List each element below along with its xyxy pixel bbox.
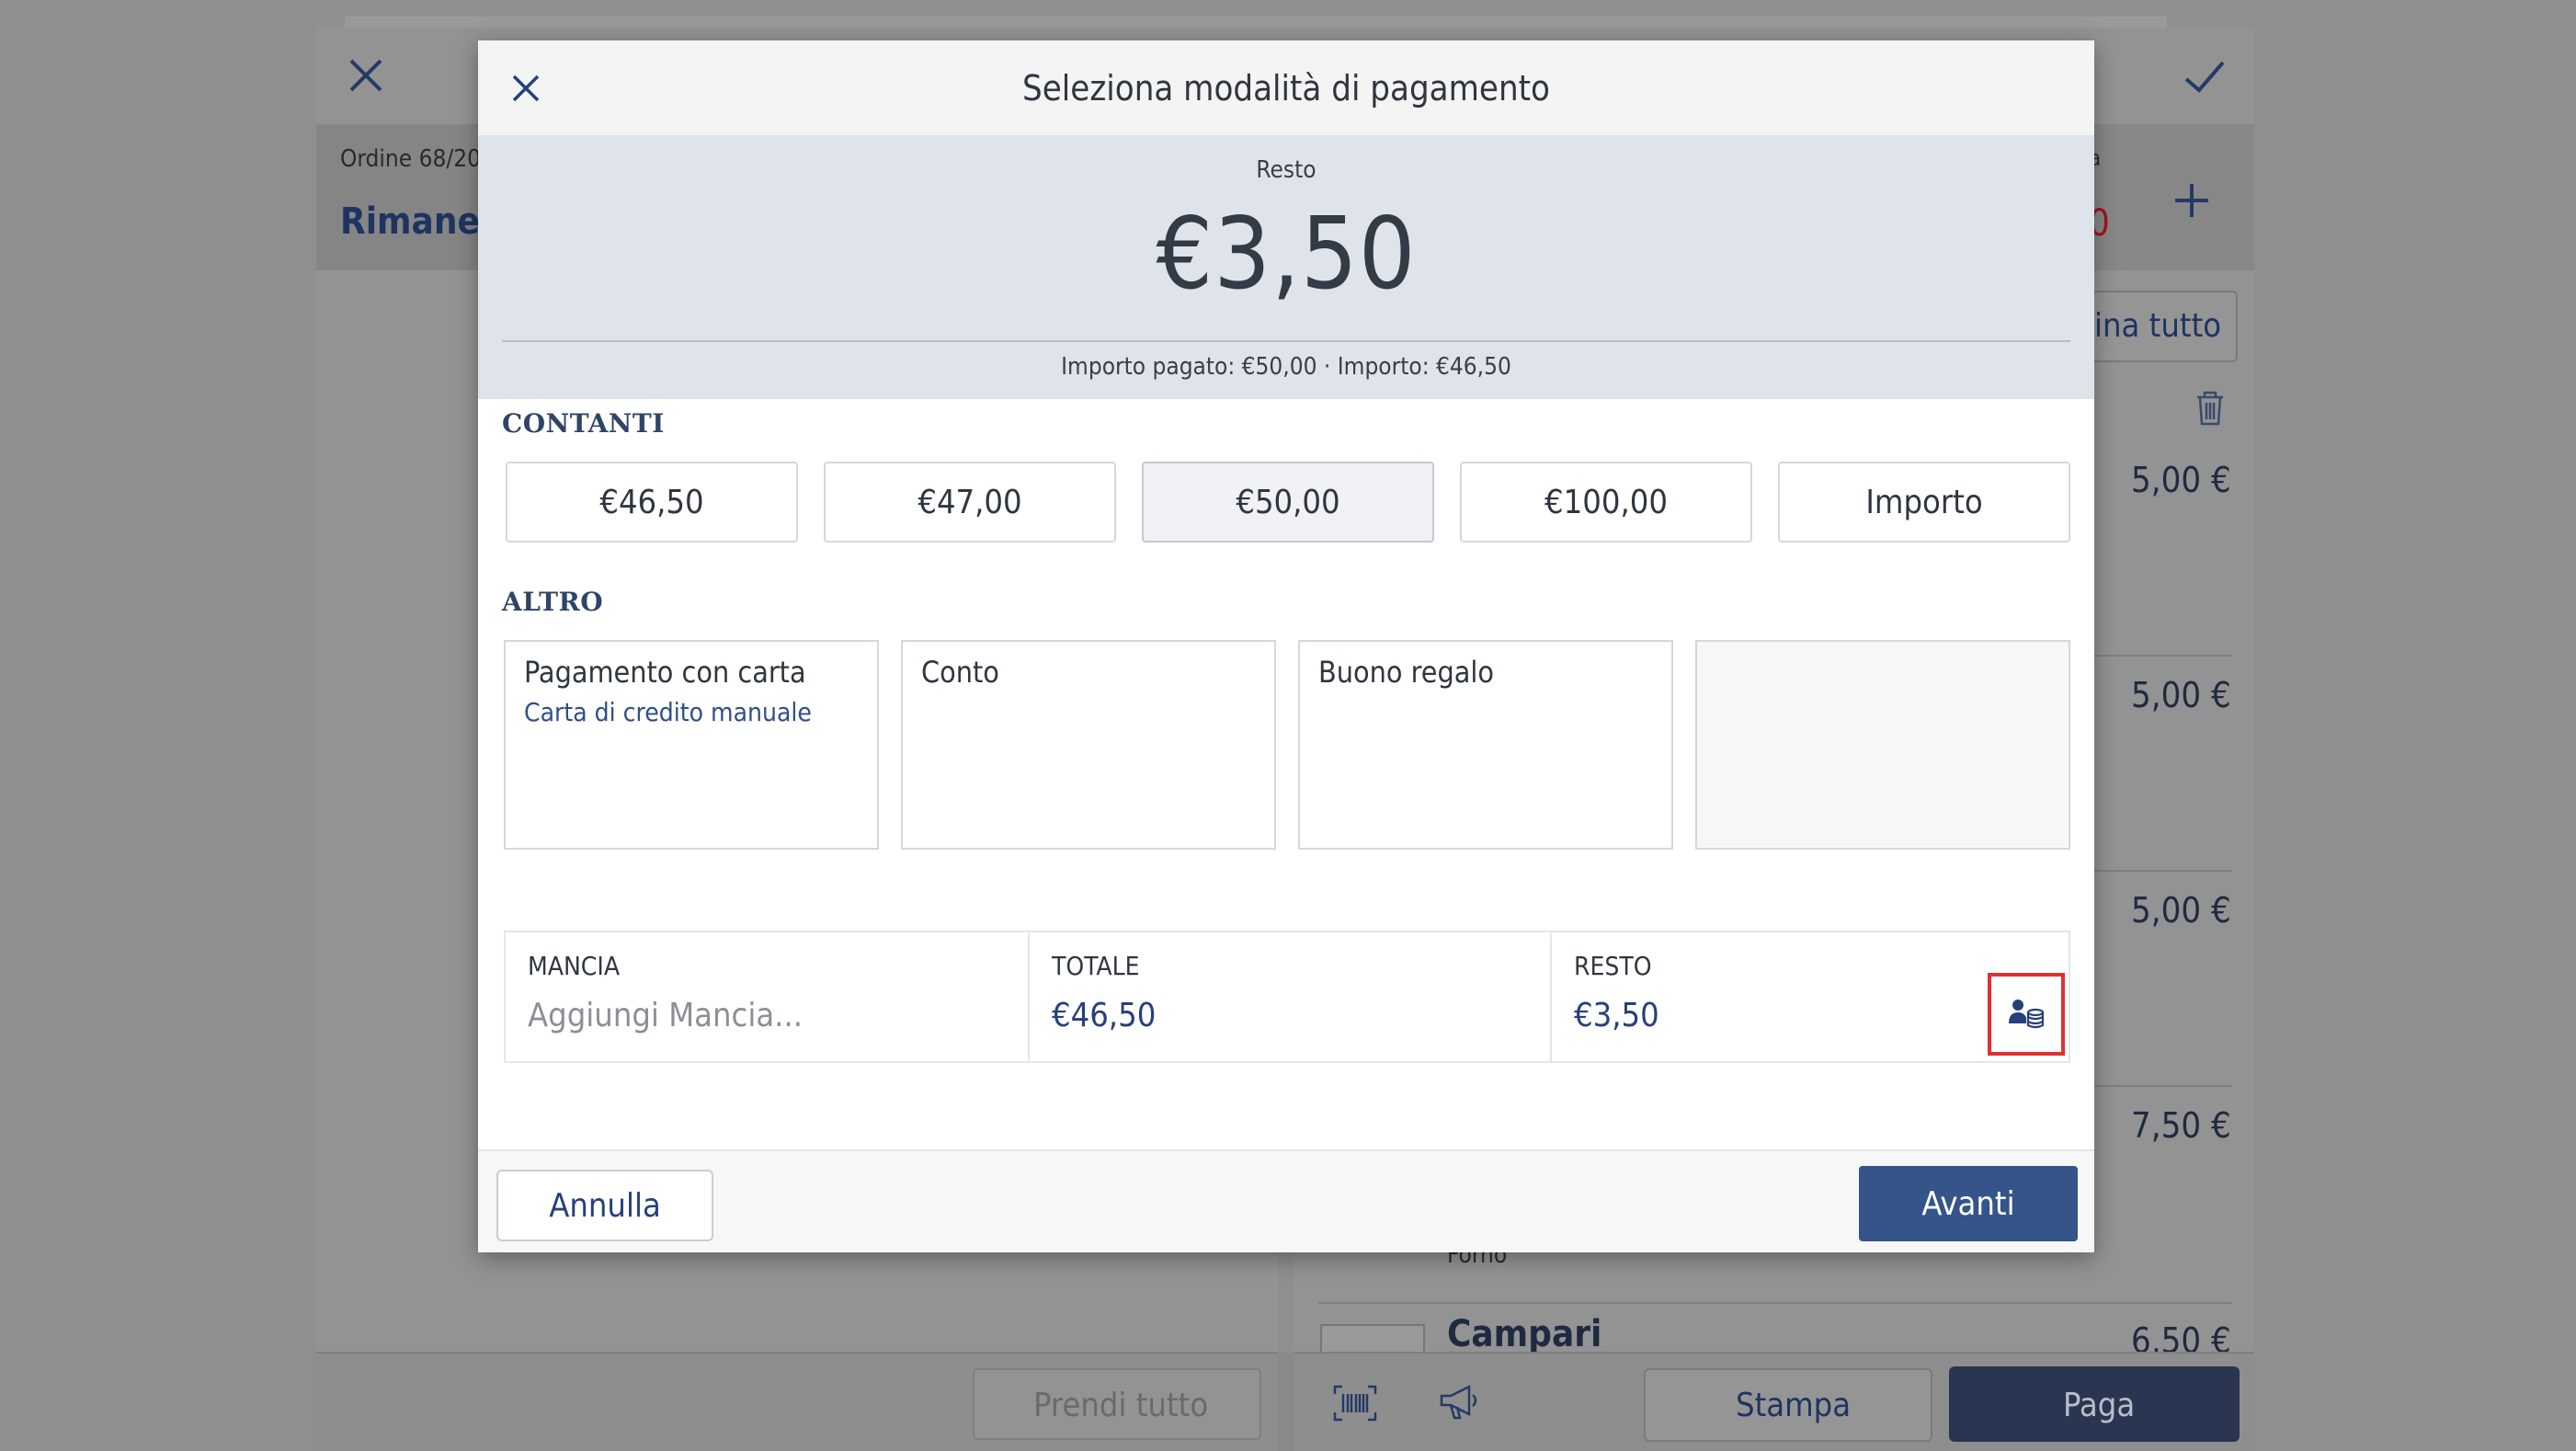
change-summary: Resto €3,50 Importo pagato: €50,00 · Imp… [478, 136, 2094, 399]
panel-divider [1278, 1352, 1294, 1451]
divider [1318, 1302, 2232, 1304]
total-cell: TOTALE €46,50 [1028, 932, 1550, 1061]
summary-divider [502, 340, 2070, 342]
cash-option-4700[interactable]: €47,00 [824, 462, 1116, 543]
account-option[interactable]: Conto [901, 640, 1276, 850]
item-price: 5,00 € [2131, 890, 2231, 931]
totals-panel: MANCIA TOTALE €46,50 RESTO €3,50 [504, 931, 2070, 1063]
trash-icon[interactable] [2194, 390, 2227, 435]
dialog-footer: Annulla Avanti [478, 1149, 2094, 1252]
account-title: Conto [921, 655, 999, 690]
item-price: 5,00 € [2131, 675, 2231, 715]
pay-label: Paga [2063, 1387, 2136, 1424]
megaphone-icon[interactable] [1438, 1383, 1482, 1425]
change-amount: €3,50 [1156, 197, 1417, 312]
cash-option-custom-amount[interactable]: Importo [1778, 462, 2070, 543]
tip-label: MANCIA [528, 951, 621, 981]
print-label: Stampa [1736, 1387, 1852, 1424]
cash-section-label: CONTANTI [502, 408, 665, 439]
person-coins-icon [2009, 1000, 2045, 1029]
plus-icon[interactable] [2171, 171, 2212, 234]
change-label: Resto [1256, 156, 1316, 184]
total-value: €46,50 [1052, 997, 1157, 1034]
card-payment-subtitle: Carta di credito manuale [524, 697, 812, 727]
order-number: Ordine 68/20 [340, 145, 481, 173]
dialog-title: Seleziona modalità di pagamento [1022, 68, 1550, 109]
other-section-label: ALTRO [502, 587, 604, 617]
barcode-icon[interactable] [1333, 1385, 1377, 1425]
card-payment-option[interactable]: Pagamento con carta Carta di credito man… [504, 640, 879, 850]
gift-voucher-option[interactable]: Buono regalo [1298, 640, 1673, 850]
gift-voucher-title: Buono regalo [1318, 655, 1494, 690]
give-change-button[interactable] [1988, 973, 2065, 1056]
change-cell-label: RESTO [1574, 951, 1652, 981]
tip-cell: MANCIA [506, 932, 1028, 1061]
item-name: Campari [1447, 1313, 1602, 1355]
payment-method-dialog: Seleziona modalità di pagamento Resto €3… [478, 40, 2094, 1252]
tip-input[interactable] [528, 989, 987, 1041]
empty-option-slot [1695, 640, 2070, 850]
card-payment-title: Pagamento con carta [524, 655, 806, 690]
cash-option-4650[interactable]: €46,50 [506, 462, 798, 543]
next-button[interactable]: Avanti [1859, 1166, 2078, 1241]
cash-option-10000[interactable]: €100,00 [1460, 462, 1752, 543]
cancel-button[interactable]: Annulla [496, 1170, 713, 1241]
cash-option-5000[interactable]: €50,00 [1142, 462, 1434, 543]
take-all-label: Prendi tutto [1033, 1387, 1209, 1424]
total-label: TOTALE [1052, 951, 1140, 981]
item-price: 5,00 € [2131, 460, 2231, 500]
dialog-header: Seleziona modalità di pagamento [478, 40, 2094, 136]
change-cell-value: €3,50 [1574, 997, 1659, 1034]
close-icon[interactable] [346, 55, 386, 102]
paid-amount-summary: Importo pagato: €50,00 · Importo: €46,50 [1061, 353, 1511, 381]
check-icon[interactable] [2183, 57, 2227, 104]
item-price: 7,50 € [2131, 1105, 2231, 1146]
take-all-cart-label: ina tutto [2094, 307, 2222, 345]
